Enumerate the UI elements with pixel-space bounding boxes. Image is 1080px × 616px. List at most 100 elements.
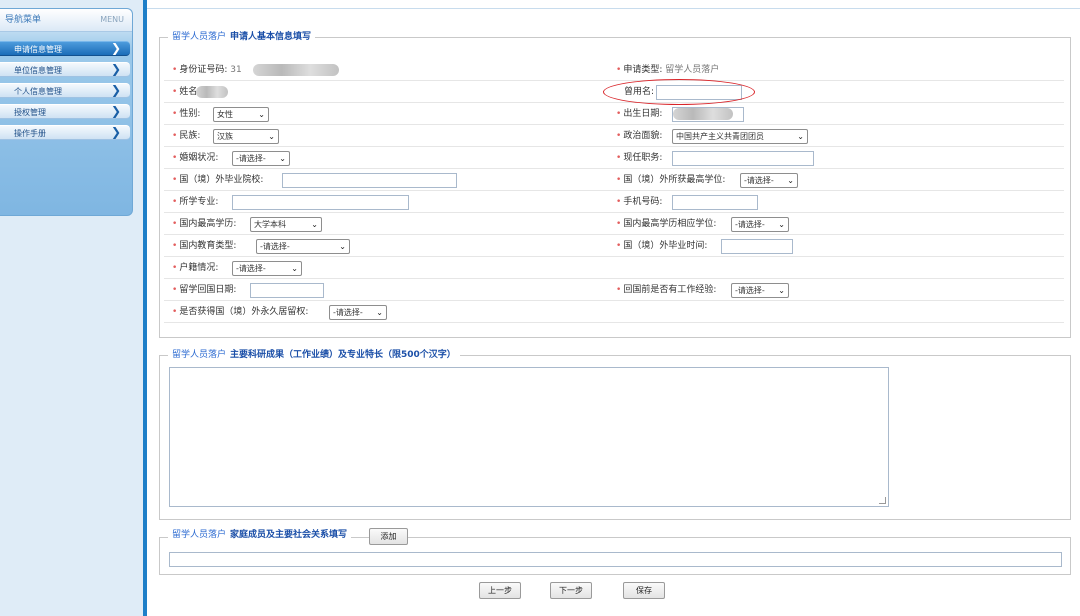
sidebar-item-label: 操作手册: [14, 129, 46, 138]
chevron-down-icon: ⌄: [778, 286, 785, 295]
chevron-right-icon: ❯: [110, 83, 121, 97]
gender-select-value: 女性: [217, 110, 233, 119]
job-input[interactable]: [672, 151, 814, 166]
sidebar-item-application[interactable]: 申请信息管理 ❯: [0, 41, 130, 56]
legend-title: 申请人基本信息填写: [230, 32, 312, 42]
overseas-degree-select-value: -请选择-: [744, 176, 774, 185]
gender-label: • 性别:: [172, 109, 201, 119]
sidebar-item-manual[interactable]: 操作手册 ❯: [0, 125, 130, 140]
nav-menu-label: MENU: [100, 15, 124, 24]
sidebar-item-label: 授权管理: [14, 108, 46, 117]
residency-select-value: -请选择-: [333, 308, 363, 317]
major-label: • 所学专业:: [172, 197, 219, 207]
form-row: • 民族: 汉族 ⌄ • 政治面貌: 中国共产主义共青团团员 ⌄: [164, 126, 1064, 147]
ethnic-select[interactable]: 汉族 ⌄: [213, 129, 279, 144]
chevron-down-icon: ⌄: [376, 308, 383, 317]
form-row: • 国内最高学历: 大学本科 ⌄ • 国内最高学历相应学位: -请选择- ⌄: [164, 214, 1064, 235]
domestic-degree-select-value: -请选择-: [735, 220, 765, 229]
basic-info-legend: 留学人员落户 申请人基本信息填写: [168, 31, 316, 43]
chevron-down-icon: ⌄: [339, 242, 346, 251]
overseas-degree-select[interactable]: -请选择- ⌄: [740, 173, 798, 188]
resize-grip-icon[interactable]: [879, 497, 886, 504]
chevron-down-icon: ⌄: [778, 220, 785, 229]
hukou-select[interactable]: -请选择- ⌄: [232, 261, 302, 276]
prev-step-button[interactable]: 上一步: [479, 582, 521, 599]
phone-input[interactable]: [672, 195, 758, 210]
work-exp-select[interactable]: -请选择- ⌄: [731, 283, 789, 298]
chevron-down-icon: ⌄: [787, 176, 794, 185]
political-label: • 政治面貌:: [616, 131, 663, 141]
form-row: • 所学专业: • 手机号码:: [164, 192, 1064, 213]
domestic-edu-type-select-value: -请选择-: [260, 242, 290, 251]
domestic-degree-select[interactable]: -请选择- ⌄: [731, 217, 789, 232]
work-exp-label: • 回国前是否有工作经验:: [616, 285, 717, 295]
legend-title: 主要科研成果（工作业绩）及专业特长（限500个汉字）: [230, 350, 456, 360]
sidebar-item-label: 个人信息管理: [14, 87, 62, 96]
legend-lead: 留学人员落户: [172, 530, 227, 540]
major-input[interactable]: [232, 195, 409, 210]
nav-title: 导航菜单: [5, 15, 42, 25]
work-exp-select-value: -请选择-: [735, 286, 765, 295]
phone-label: • 手机号码:: [616, 197, 663, 207]
ethnic-label: • 民族:: [172, 131, 201, 141]
domestic-edu-select[interactable]: 大学本科 ⌄: [250, 217, 322, 232]
hukou-select-value: -请选择-: [236, 264, 266, 273]
redacted-birth-date: [673, 108, 733, 120]
domestic-edu-type-select[interactable]: -请选择- ⌄: [256, 239, 350, 254]
chevron-down-icon: ⌄: [279, 154, 286, 163]
marital-select-value: -请选择-: [236, 154, 266, 163]
residency-label: • 是否获得国（境）外永久居留权:: [172, 307, 309, 317]
overseas-grad-time-input[interactable]: [721, 239, 793, 254]
overseas-school-input[interactable]: [282, 173, 457, 188]
apply-type-value: 留学人员落户: [665, 65, 720, 75]
id-number-label: • 身份证号码: 31: [172, 65, 242, 75]
domestic-edu-type-label: • 国内教育类型:: [172, 241, 237, 251]
legend-lead: 留学人员落户: [172, 32, 227, 42]
gender-select[interactable]: 女性 ⌄: [213, 107, 269, 122]
chevron-right-icon: ❯: [110, 104, 121, 118]
form-row: • 身份证号码: 31 • 申请类型: 留学人员落户: [164, 60, 1064, 81]
save-button[interactable]: 保存: [623, 582, 665, 599]
family-list: [169, 552, 1062, 567]
job-label: • 现任职务:: [616, 153, 663, 163]
marital-select[interactable]: -请选择- ⌄: [232, 151, 290, 166]
chevron-down-icon: ⌄: [291, 264, 298, 273]
legend-title: 家庭成员及主要社会关系填写: [230, 530, 348, 540]
sidebar-item-label: 单位信息管理: [14, 66, 62, 75]
chevron-down-icon: ⌄: [258, 110, 265, 119]
return-date-input[interactable]: [250, 283, 324, 298]
chevron-right-icon: ❯: [110, 62, 121, 76]
overseas-grad-time-label: • 国（境）外毕业时间:: [616, 241, 708, 251]
redacted-id: [253, 64, 339, 76]
top-bar: [147, 0, 1080, 9]
overseas-degree-label: • 国（境）外所获最高学位:: [616, 175, 726, 185]
nav-header: 导航菜单 MENU: [0, 9, 132, 32]
domestic-edu-label: • 国内最高学历:: [172, 219, 237, 229]
form-row: • 国（境）外毕业院校: • 国（境）外所获最高学位: -请选择- ⌄: [164, 170, 1064, 191]
political-select[interactable]: 中国共产主义共青团团员 ⌄: [672, 129, 808, 144]
residency-select[interactable]: -请选择- ⌄: [329, 305, 387, 320]
achievements-legend: 留学人员落户 主要科研成果（工作业绩）及专业特长（限500个汉字）: [168, 349, 460, 361]
chevron-right-icon: ❯: [110, 41, 121, 55]
sidebar: 导航菜单 MENU 申请信息管理 ❯ 单位信息管理 ❯ 个人信息管理 ❯ 授权管…: [0, 0, 143, 616]
form-row: • 留学回国日期: • 回国前是否有工作经验: -请选择- ⌄: [164, 280, 1064, 301]
id-number-value: 31: [230, 65, 242, 75]
sidebar-item-authorization[interactable]: 授权管理 ❯: [0, 104, 130, 119]
sidebar-item-unit[interactable]: 单位信息管理 ❯: [0, 62, 130, 77]
add-family-button[interactable]: 添加: [369, 528, 408, 545]
form-row: • 婚姻状况: -请选择- ⌄ • 现任职务:: [164, 148, 1064, 169]
return-date-label: • 留学回国日期:: [172, 285, 237, 295]
birth-date-label: • 出生日期:: [616, 109, 663, 119]
form-row: • 国内教育类型: -请选择- ⌄ • 国（境）外毕业时间:: [164, 236, 1064, 257]
ethnic-select-value: 汉族: [217, 132, 233, 141]
family-legend: 留学人员落户 家庭成员及主要社会关系填写: [168, 529, 352, 541]
legend-lead: 留学人员落户: [172, 350, 227, 360]
domestic-degree-label: • 国内最高学历相应学位:: [616, 219, 717, 229]
apply-type: • 申请类型: 留学人员落户: [616, 65, 720, 75]
next-step-button[interactable]: 下一步: [550, 582, 592, 599]
sidebar-item-personal[interactable]: 个人信息管理 ❯: [0, 83, 130, 98]
hukou-label: • 户籍情况:: [172, 263, 219, 273]
political-select-value: 中国共产主义共青团团员: [676, 132, 764, 141]
achievements-textarea[interactable]: [169, 367, 889, 507]
chevron-down-icon: ⌄: [268, 132, 275, 141]
